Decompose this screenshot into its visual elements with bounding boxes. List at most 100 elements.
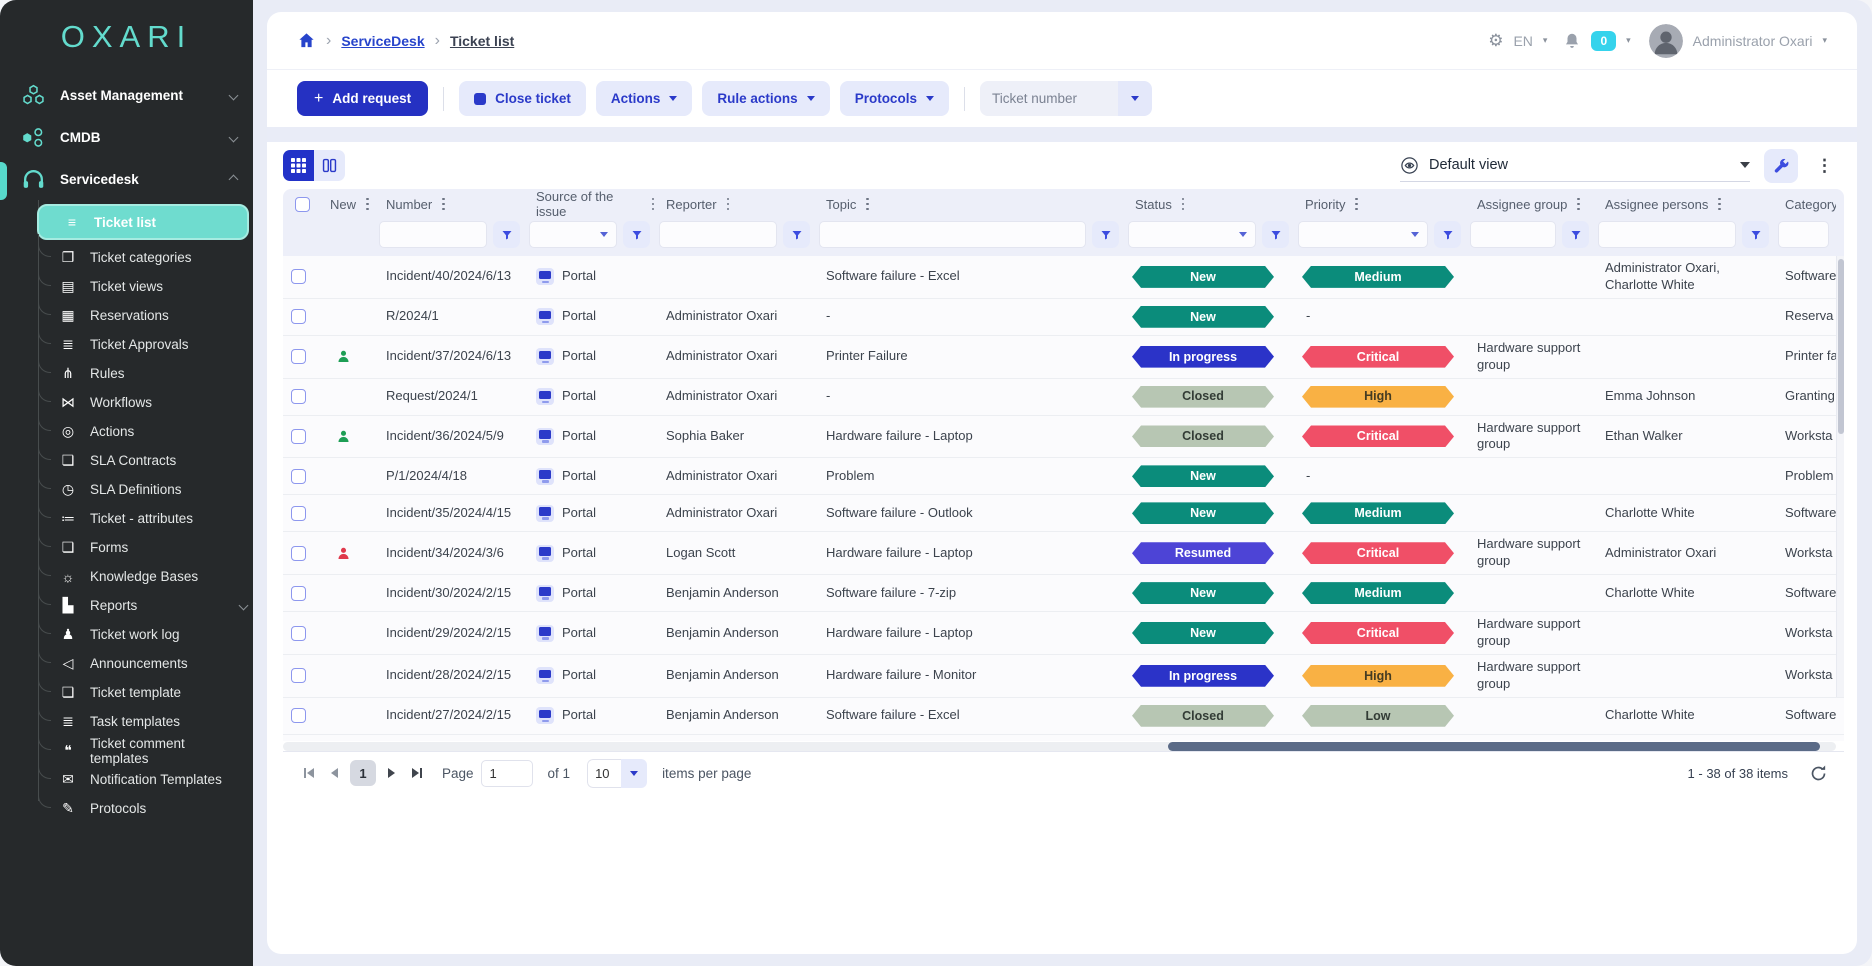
- grid-view-button[interactable]: [283, 150, 314, 181]
- sidebar-item-knowledge-bases[interactable]: ☼Knowledge Bases: [58, 562, 247, 591]
- table-row[interactable]: Incident/35/2024/4/15PortalAdministrator…: [283, 495, 1844, 532]
- table-row[interactable]: Incident/27/2024/2/15PortalBenjamin Ande…: [283, 698, 1844, 735]
- notification-count-badge[interactable]: 0: [1591, 31, 1616, 51]
- sidebar-item-actions[interactable]: ◎Actions: [58, 417, 247, 446]
- refresh-icon[interactable]: [1809, 764, 1828, 783]
- home-icon[interactable]: [297, 31, 316, 50]
- table-row[interactable]: Incident/36/2024/5/9PortalSophia BakerHa…: [283, 416, 1844, 459]
- row-checkbox[interactable]: [291, 708, 306, 723]
- table-row[interactable]: Incident/28/2024/2/15PortalBenjamin Ande…: [283, 655, 1844, 698]
- row-checkbox[interactable]: [291, 389, 306, 404]
- table-row[interactable]: Incident/29/2024/2/15PortalBenjamin Ande…: [283, 612, 1844, 655]
- sidebar-item-sla-definitions[interactable]: ◷SLA Definitions: [58, 475, 247, 504]
- category-filter-input[interactable]: [1778, 221, 1829, 248]
- previous-page-button[interactable]: [326, 763, 343, 783]
- column-header-topic[interactable]: Topic: [817, 195, 1126, 214]
- topic-filter-input[interactable]: [819, 221, 1086, 248]
- page-1-button[interactable]: 1: [350, 760, 376, 786]
- source-filter-select[interactable]: [529, 221, 617, 248]
- column-menu-icon[interactable]: [1352, 195, 1361, 214]
- protocols-dropdown-button[interactable]: Protocols: [840, 81, 949, 116]
- status-filter-select[interactable]: [1128, 221, 1256, 248]
- sidebar-item-forms[interactable]: ❏Forms: [58, 533, 247, 562]
- sidebar-item-reports[interactable]: ▙Reports: [58, 591, 247, 620]
- wrench-icon[interactable]: [1764, 149, 1798, 183]
- row-checkbox[interactable]: [291, 429, 306, 444]
- row-checkbox[interactable]: [291, 586, 306, 601]
- column-header-priority[interactable]: Priority: [1296, 195, 1468, 214]
- table-row[interactable]: Incident/34/2024/3/6PortalLogan ScottHar…: [283, 532, 1844, 575]
- priority-filter-select[interactable]: [1298, 221, 1428, 248]
- row-checkbox[interactable]: [291, 506, 306, 521]
- actions-dropdown-button[interactable]: Actions: [596, 81, 693, 116]
- sidebar-item-ticket-attributes[interactable]: ≔Ticket - attributes: [58, 504, 247, 533]
- filter-funnel-icon[interactable]: [1742, 221, 1769, 248]
- sidebar-item-ticket-template[interactable]: ❏Ticket template: [58, 678, 247, 707]
- sidebar-item-task-templates[interactable]: ≣Task templates: [58, 707, 247, 736]
- bell-icon[interactable]: [1563, 32, 1581, 50]
- sidebar-group-servicedesk[interactable]: Servicedesk: [0, 158, 253, 200]
- row-checkbox[interactable]: [291, 269, 306, 284]
- chevron-down-icon[interactable]: ▾: [1822, 35, 1827, 46]
- row-checkbox[interactable]: [291, 626, 306, 641]
- number-filter-input[interactable]: [379, 221, 487, 248]
- caret-down-icon[interactable]: [621, 759, 647, 788]
- assignee-persons-filter-input[interactable]: [1598, 221, 1736, 248]
- sidebar-item-protocols[interactable]: ✎Protocols: [58, 794, 247, 823]
- columns-view-button[interactable]: [314, 150, 345, 181]
- sidebar-item-ticket-comment-templates[interactable]: ❝Ticket comment templates: [58, 736, 247, 765]
- ticket-number-combobox[interactable]: Ticket number: [980, 81, 1152, 116]
- table-row[interactable]: Incident/40/2024/6/13PortalSoftware fail…: [283, 256, 1844, 299]
- sidebar-group-cmdb[interactable]: CMDB: [0, 116, 253, 158]
- sidebar-item-rules[interactable]: ⋔Rules: [58, 359, 247, 388]
- horizontal-scrollbar[interactable]: [283, 742, 1836, 751]
- column-header-reporter[interactable]: Reporter: [657, 195, 817, 214]
- next-page-button[interactable]: [383, 763, 400, 783]
- chevron-down-icon[interactable]: ▾: [1626, 35, 1631, 46]
- column-header-category[interactable]: Category: [1776, 197, 1836, 212]
- chevron-down-icon[interactable]: ▾: [1543, 35, 1548, 46]
- kebab-menu-icon[interactable]: ⋮: [1812, 156, 1837, 176]
- sidebar-group-asset-management[interactable]: Asset Management: [0, 74, 253, 116]
- filter-funnel-icon[interactable]: [1092, 221, 1119, 248]
- sidebar-item-notification-templates[interactable]: ✉Notification Templates: [58, 765, 247, 794]
- table-row[interactable]: Incident/30/2024/2/15PortalBenjamin Ande…: [283, 575, 1844, 612]
- row-checkbox[interactable]: [291, 309, 306, 324]
- column-header-new[interactable]: New: [321, 195, 377, 214]
- column-menu-icon[interactable]: [1574, 195, 1583, 214]
- table-row[interactable]: P/1/2024/4/18PortalAdministrator OxariPr…: [283, 458, 1844, 495]
- column-menu-icon[interactable]: [724, 195, 733, 214]
- sidebar-item-ticket-approvals[interactable]: ≣Ticket Approvals: [58, 330, 247, 359]
- column-header-source[interactable]: Source of the issue: [527, 189, 657, 219]
- table-row[interactable]: Request/2024/1PortalAdministrator Oxari-…: [283, 379, 1844, 416]
- sidebar-item-ticket-work-log[interactable]: ♟Ticket work log: [58, 620, 247, 649]
- filter-funnel-icon[interactable]: [493, 221, 520, 248]
- select-all-checkbox[interactable]: [295, 197, 310, 212]
- row-checkbox[interactable]: [291, 349, 306, 364]
- row-checkbox[interactable]: [291, 469, 306, 484]
- language-selector[interactable]: EN: [1513, 33, 1532, 49]
- column-menu-icon[interactable]: [863, 195, 872, 214]
- gear-icon[interactable]: ⚙: [1488, 31, 1503, 51]
- table-row[interactable]: R/2024/1PortalAdministrator Oxari-New-Re…: [283, 299, 1844, 336]
- first-page-button[interactable]: [299, 763, 319, 783]
- column-header-status[interactable]: Status: [1126, 195, 1296, 214]
- assignee-group-filter-input[interactable]: [1470, 221, 1556, 248]
- sidebar-item-reservations[interactable]: ▦Reservations: [58, 301, 247, 330]
- row-checkbox[interactable]: [291, 546, 306, 561]
- caret-down-icon[interactable]: [1118, 81, 1152, 116]
- last-page-button[interactable]: [407, 763, 427, 783]
- column-menu-icon[interactable]: [649, 195, 658, 214]
- close-ticket-button[interactable]: Close ticket: [459, 81, 586, 116]
- page-number-input[interactable]: [481, 760, 533, 787]
- add-request-button[interactable]: + Add request: [297, 81, 428, 116]
- column-menu-icon[interactable]: [439, 195, 448, 214]
- column-menu-icon[interactable]: [363, 195, 372, 214]
- column-menu-icon[interactable]: [1179, 195, 1188, 214]
- column-menu-icon[interactable]: [1715, 195, 1724, 214]
- vertical-scrollbar[interactable]: [1836, 256, 1844, 697]
- row-checkbox[interactable]: [291, 668, 306, 683]
- rule-actions-dropdown-button[interactable]: Rule actions: [702, 81, 829, 116]
- breadcrumb-ticket-list[interactable]: Ticket list: [450, 33, 514, 49]
- avatar[interactable]: [1649, 24, 1683, 58]
